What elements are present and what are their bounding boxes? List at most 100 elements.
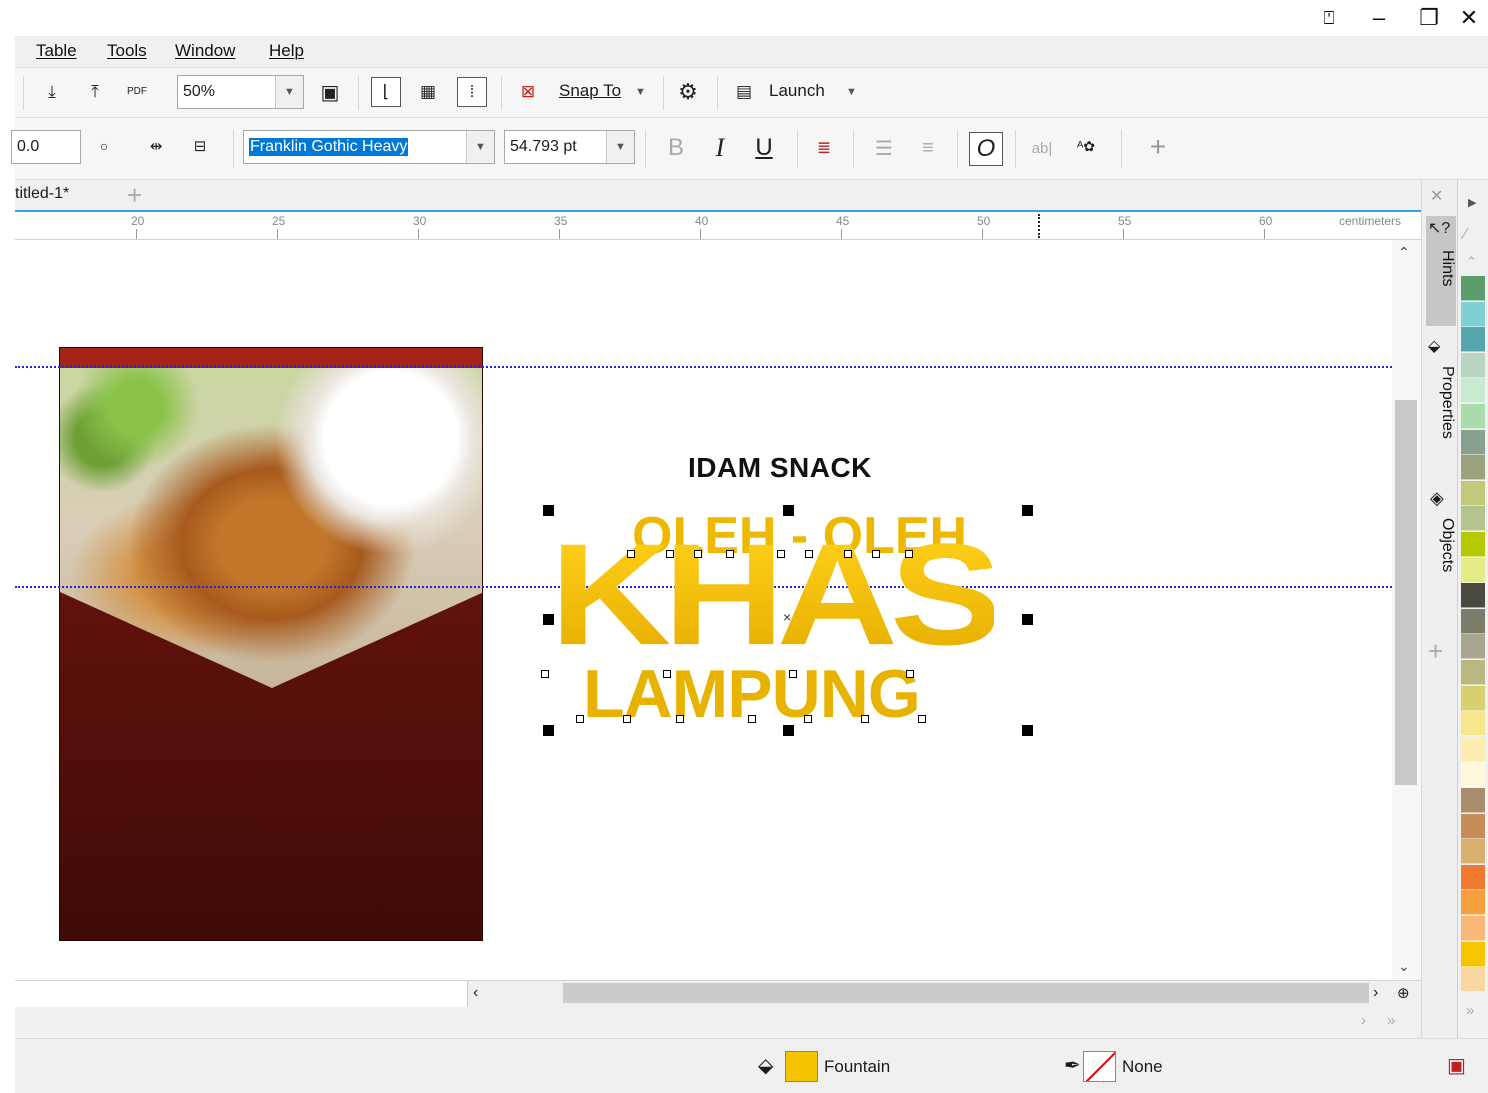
selection-handle[interactable] [543,505,554,516]
scroll-up-icon[interactable]: ⌃ [1398,244,1410,261]
menu-table[interactable]: Table [36,41,77,61]
text-node[interactable] [789,670,797,678]
palette-swatch[interactable] [1461,685,1485,711]
align-icon[interactable]: ⊟ [185,131,215,161]
monitor-icon[interactable]: ▣ [1447,1053,1466,1078]
add-document-tab-button[interactable]: + [127,180,142,211]
chevron-down-icon[interactable]: ▼ [466,131,494,163]
restore-button[interactable]: ❐ [1412,4,1446,32]
palette-swatch[interactable] [1461,532,1485,557]
underline-button[interactable]: U [749,133,779,163]
full-screen-preview-icon[interactable]: ▣ [315,77,345,107]
chevron-down-icon[interactable]: ▼ [635,86,646,98]
bullet-list-icon[interactable]: ☰ [869,133,899,163]
text-node[interactable] [576,715,584,723]
palette-swatch[interactable] [1461,736,1485,762]
launch-button[interactable]: Launch [769,81,825,101]
palette-swatch[interactable] [1461,916,1485,941]
character-settings-icon[interactable]: ᴬ✿ [1071,131,1101,161]
show-grid-icon[interactable]: ▦ [413,77,443,107]
text-node[interactable] [844,550,852,558]
horizontal-guideline[interactable] [15,366,1392,368]
khas-text[interactable]: KHAS [550,522,1002,666]
drawing-canvas[interactable]: IDAM SNACK OLEH - OLEH KHAS LAMPUNG × [15,240,1392,980]
chevron-down-icon[interactable]: ▼ [846,86,857,98]
eyedropper-icon[interactable]: ⁄ [1464,226,1467,244]
text-node[interactable] [663,670,671,678]
horizontal-scroll-thumb[interactable] [563,983,1369,1003]
show-guidelines-icon[interactable]: ⁞ [457,77,487,107]
text-node[interactable] [726,550,734,558]
circle-icon[interactable]: ○ [89,131,119,161]
text-node[interactable] [666,550,674,558]
add-button[interactable]: + [1143,131,1173,162]
palette-swatch[interactable] [1461,404,1485,429]
selection-handle[interactable] [783,725,794,736]
import-icon[interactable]: ⤓ [37,77,67,107]
bold-button[interactable]: B [661,133,691,163]
menu-tools[interactable]: Tools [107,41,147,61]
hints-tab[interactable]: Hints [1426,250,1456,286]
palette-menu-arrow-icon[interactable]: ▶ [1468,196,1476,209]
selection-handle[interactable] [1022,725,1033,736]
add-docker-button[interactable]: + [1428,636,1443,667]
palette-expand-icon[interactable]: » [1466,1002,1474,1019]
properties-tab[interactable]: Properties [1426,366,1456,439]
palette-swatch[interactable] [1461,276,1485,301]
outline-status-label[interactable]: None [1122,1057,1163,1077]
zoom-level-combo[interactable]: 50% ▼ [177,75,304,109]
launch-icon[interactable]: ▤ [729,77,759,107]
palette-swatch[interactable] [1461,762,1485,788]
snap-to-button[interactable]: Snap To [559,81,621,101]
text-node[interactable] [748,715,756,723]
scroll-down-icon[interactable]: ⌄ [1398,958,1410,975]
outline-color-swatch[interactable] [1083,1051,1116,1082]
palette-swatch[interactable] [1461,327,1485,353]
coordinate-field[interactable]: 0.0 [11,130,81,164]
font-size-combo[interactable]: 54.793 pt ▼ [504,130,635,164]
drop-cap-icon[interactable]: ≡ [913,133,943,163]
palette-swatch[interactable] [1461,301,1485,327]
center-marker-icon[interactable]: × [783,609,791,625]
selection-handle[interactable] [543,614,554,625]
chevron-down-icon[interactable]: ▼ [606,131,634,163]
vertical-scroll-thumb[interactable] [1395,400,1417,785]
palette-swatch[interactable] [1461,480,1485,506]
double-chevron-right-icon[interactable]: » [1387,1012,1395,1029]
selection-handle[interactable] [543,725,554,736]
font-name-combo[interactable]: Franklin Gothic Heavy ▼ [243,130,495,164]
text-node[interactable] [623,715,631,723]
palette-swatch[interactable] [1461,634,1485,660]
horizontal-ruler[interactable]: 20 25 30 35 40 45 50 55 60 centimeters [15,212,1421,240]
page-tabs-area[interactable] [15,981,468,1007]
export-icon[interactable]: ⤒ [80,77,110,107]
minimize-button[interactable]: ‒ [1362,4,1396,32]
menu-help[interactable]: Help [269,41,304,61]
snap-off-icon[interactable]: ⊠ [513,77,543,107]
fill-status-label[interactable]: Fountain [824,1057,890,1077]
zoom-navigator-icon[interactable]: ⊕ [1397,984,1410,1002]
selection-handle[interactable] [783,505,794,516]
palette-swatch[interactable] [1461,967,1485,993]
palette-swatch[interactable] [1461,839,1485,865]
user-account-icon[interactable]: ⍞ [1312,4,1346,32]
scroll-left-icon[interactable]: ‹ [473,984,478,1002]
palette-swatch[interactable] [1461,557,1485,583]
text-align-icon[interactable]: ≣ [809,133,839,163]
text-node[interactable] [804,715,812,723]
poster-background[interactable] [59,347,483,941]
objects-tab[interactable]: Objects [1426,518,1456,572]
text-node[interactable] [805,550,813,558]
italic-button[interactable]: I [705,133,735,163]
palette-swatch[interactable] [1461,455,1485,481]
palette-swatch[interactable] [1461,941,1485,967]
palette-swatch[interactable] [1461,788,1485,813]
palette-swatch[interactable] [1461,352,1485,378]
palette-swatch[interactable] [1461,660,1485,685]
scroll-right-icon[interactable]: › [1373,984,1378,1002]
text-node[interactable] [872,550,880,558]
text-node[interactable] [905,550,913,558]
chevron-right-icon[interactable]: › [1361,1012,1366,1029]
fill-color-swatch[interactable] [785,1051,818,1082]
text-node[interactable] [777,550,785,558]
